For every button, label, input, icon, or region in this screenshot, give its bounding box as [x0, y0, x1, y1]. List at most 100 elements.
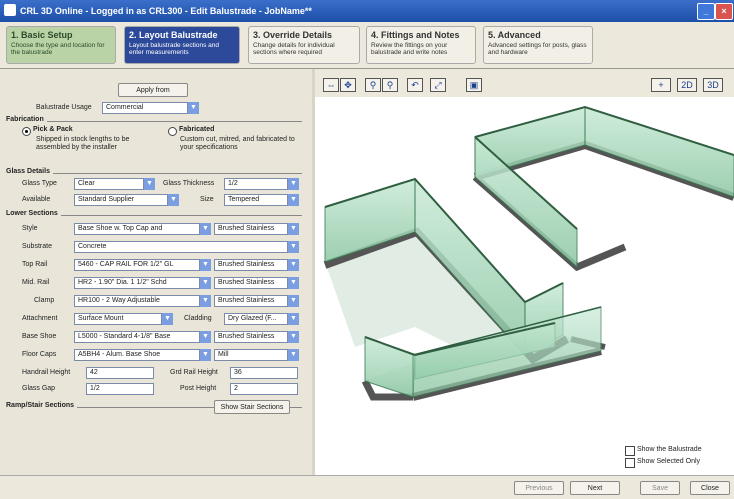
- glass-gap-input[interactable]: 1/2: [86, 383, 154, 395]
- glass-type-select[interactable]: Clear: [74, 178, 144, 190]
- glass-type-label: Glass Type: [22, 180, 57, 187]
- rail-height-input[interactable]: 36: [230, 367, 298, 379]
- step-override-details[interactable]: 3. Override Details Change details for in…: [248, 26, 360, 64]
- chevron-down-icon[interactable]: ▼: [168, 194, 179, 206]
- fabricated-label: Fabricated: [179, 126, 215, 133]
- settings-panel: Apply from Balustrade Usage Commercial ▼…: [0, 69, 312, 475]
- mid-rail-finish-select[interactable]: Brushed Stainless: [214, 277, 288, 289]
- save-button[interactable]: Save: [640, 481, 680, 495]
- style-select[interactable]: Base Shoe w. Top Cap and: [74, 223, 200, 235]
- show-stair-sections-button[interactable]: Show Stair Sections: [214, 400, 290, 414]
- top-rail-label: Top Rail: [22, 261, 48, 268]
- show-balustrade-checkbox[interactable]: [625, 446, 635, 456]
- zoom-in-icon[interactable]: ⚲: [365, 78, 381, 92]
- chevron-down-icon[interactable]: ▼: [200, 223, 211, 235]
- close-button[interactable]: Close: [690, 481, 730, 495]
- usage-label: Balustrade Usage: [36, 104, 92, 111]
- post-height-input[interactable]: 2: [230, 383, 298, 395]
- chevron-down-icon[interactable]: ▼: [288, 331, 299, 343]
- floor-caps-select[interactable]: A5BH4 - Alum. Base Shoe: [74, 349, 200, 361]
- top-rail-select[interactable]: 5460 - CAP RAIL FOR 1/2" GL: [74, 259, 200, 271]
- clamp-finish-select[interactable]: Brushed Stainless: [214, 295, 288, 307]
- floor-caps-finish-select[interactable]: Mill: [214, 349, 288, 361]
- chevron-down-icon[interactable]: ▼: [288, 241, 299, 253]
- clamp-label: Clamp: [34, 297, 55, 304]
- chevron-down-icon[interactable]: ▼: [200, 259, 211, 271]
- chevron-down-icon[interactable]: ▼: [288, 313, 299, 325]
- 3d-viewport[interactable]: Show the Balustrade Show Selected Only: [315, 97, 734, 475]
- substrate-select[interactable]: Concrete: [74, 241, 288, 253]
- mid-rail-select[interactable]: HR2 - 1.90" Dia. 1 1/2" Schd: [74, 277, 200, 289]
- top-rail-finish-select[interactable]: Brushed Stainless: [214, 259, 288, 271]
- fabricated-radio[interactable]: [168, 127, 177, 136]
- balustrade-3d-render: [323, 105, 734, 401]
- step-basic-setup[interactable]: 1. Basic Setup Choose the type and locati…: [6, 26, 116, 64]
- pick-pack-desc: Shipped in stock lengths to be assembled…: [36, 136, 130, 151]
- chevron-down-icon[interactable]: ▼: [200, 331, 211, 343]
- next-button[interactable]: Next: [570, 481, 620, 495]
- style-finish-select[interactable]: Brushed Stainless: [214, 223, 288, 235]
- minimize-button[interactable]: _: [697, 3, 715, 20]
- chevron-down-icon[interactable]: ▼: [288, 194, 299, 206]
- chevron-down-icon[interactable]: ▼: [288, 349, 299, 361]
- show-selected-checkbox[interactable]: [625, 458, 635, 468]
- window-title: CRL 3D Online - Logged in as CRL300 - Ed…: [20, 6, 312, 16]
- wizard-steps: 1. Basic Setup Choose the type and locati…: [0, 22, 734, 69]
- floor-caps-label: Floor Caps: [22, 351, 57, 358]
- base-shoe-finish-select[interactable]: Brushed Stainless: [214, 331, 288, 343]
- rail-height-label: Grd Rail Height: [170, 369, 218, 376]
- chevron-down-icon[interactable]: ▼: [288, 178, 299, 190]
- view-3d-icon[interactable]: 3D: [703, 78, 723, 92]
- add-section-icon[interactable]: +: [651, 78, 671, 92]
- chevron-down-icon[interactable]: ▼: [144, 178, 155, 190]
- print-icon[interactable]: ▣: [466, 78, 482, 92]
- apply-from-button[interactable]: Apply from: [118, 83, 188, 97]
- step-layout-balustrade[interactable]: 2. Layout Balustrade Layout balustrade se…: [124, 26, 240, 64]
- size-select[interactable]: Tempered: [224, 194, 288, 206]
- step-fittings-notes[interactable]: 4. Fittings and Notes Review the fittings…: [366, 26, 476, 64]
- view-2d-icon[interactable]: 2D: [677, 78, 697, 92]
- zoom-extents-icon[interactable]: ⤢: [430, 78, 446, 92]
- style-label: Style: [22, 225, 38, 232]
- chevron-down-icon[interactable]: ▼: [288, 295, 299, 307]
- handrail-height-label: Handrail Height: [22, 369, 71, 376]
- chevron-down-icon[interactable]: ▼: [188, 102, 199, 114]
- fabrication-title: Fabrication: [6, 116, 47, 123]
- clamp-select[interactable]: HR100 - 2 Way Adjustable: [74, 295, 200, 307]
- glass-thickness-select[interactable]: 1/2: [224, 178, 288, 190]
- step-advanced[interactable]: 5. Advanced Advanced settings for posts, …: [483, 26, 593, 64]
- chevron-down-icon[interactable]: ▼: [288, 223, 299, 235]
- mid-rail-label: Mid. Rail: [22, 279, 50, 286]
- app-icon: [4, 4, 16, 16]
- handrail-height-input[interactable]: 42: [86, 367, 154, 379]
- move-icon[interactable]: ✥: [340, 78, 356, 92]
- glass-gap-label: Glass Gap: [22, 385, 56, 392]
- available-select[interactable]: Standard Supplier: [74, 194, 168, 206]
- cladding-label: Cladding: [184, 315, 212, 322]
- pick-pack-label: Pick & Pack: [33, 126, 73, 133]
- usage-select[interactable]: Commercial: [102, 102, 188, 114]
- show-selected-label: Show Selected Only: [637, 458, 701, 465]
- base-shoe-label: Base Shoe: [22, 333, 57, 340]
- pan-icon[interactable]: ⇔: [323, 78, 339, 92]
- chevron-down-icon[interactable]: ▼: [162, 313, 173, 325]
- zoom-out-icon[interactable]: ⚲: [382, 78, 398, 92]
- previous-button[interactable]: Previous: [514, 481, 564, 495]
- size-label: Size: [200, 196, 214, 203]
- chevron-down-icon[interactable]: ▼: [200, 295, 211, 307]
- show-balustrade-label: Show the Balustrade: [637, 446, 702, 453]
- attachment-select[interactable]: Surface Mount: [74, 313, 162, 325]
- chevron-down-icon[interactable]: ▼: [288, 259, 299, 271]
- pick-pack-radio[interactable]: [22, 127, 31, 136]
- base-shoe-select[interactable]: L5000 - Standard 4-1/8" Base: [74, 331, 200, 343]
- title-bar: CRL 3D Online - Logged in as CRL300 - Ed…: [0, 0, 734, 22]
- chevron-down-icon[interactable]: ▼: [200, 277, 211, 289]
- ramp-sections-title: Ramp/Stair Sections: [6, 402, 78, 409]
- chevron-down-icon[interactable]: ▼: [200, 349, 211, 361]
- chevron-down-icon[interactable]: ▼: [288, 277, 299, 289]
- undo-icon[interactable]: ↶: [407, 78, 423, 92]
- cladding-select[interactable]: Dry Glazed (F...: [224, 313, 288, 325]
- glass-thickness-label: Glass Thickness: [163, 180, 215, 187]
- viewport-panel: ⇔ ✥ ⚲ ⚲ ↶ ⤢ ▣ + 2D 3D Show the Balustrad…: [315, 69, 734, 475]
- close-window-button[interactable]: ×: [715, 3, 733, 20]
